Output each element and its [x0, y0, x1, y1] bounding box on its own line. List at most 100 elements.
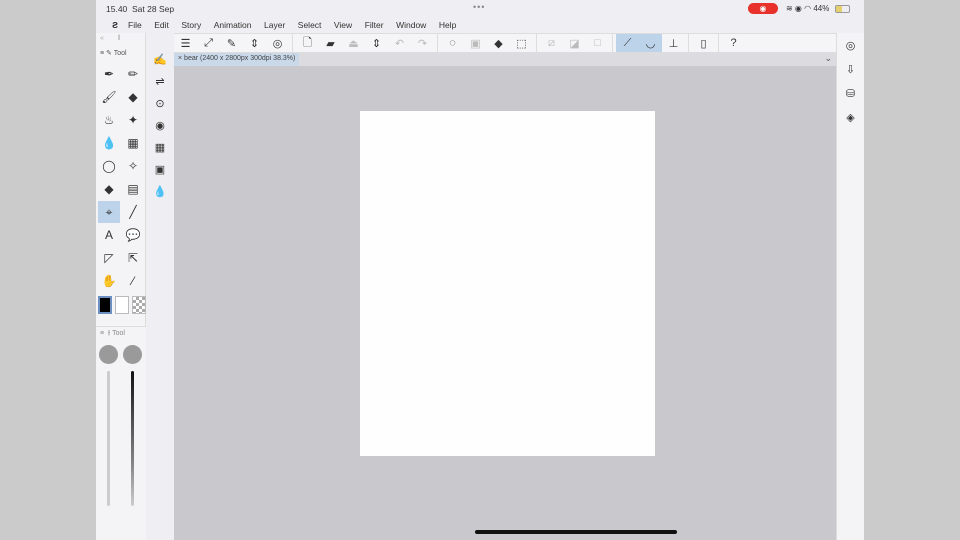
menu-animation[interactable]: Animation [214, 20, 252, 30]
status-icons: ≋ ◉ ◠ 44% [786, 4, 830, 13]
sub-color-swatch[interactable] [115, 296, 129, 314]
import-icon[interactable]: ⇩ [837, 57, 864, 81]
secondary-panel-bar: ✍ ⇌ ⊙ ◉ ▦ ▣ 💧 [148, 48, 172, 208]
navigator-panel-icon[interactable]: ◎ [837, 33, 864, 57]
curve-snap-icon[interactable]: ◡ [639, 34, 662, 52]
canvas-area[interactable] [174, 66, 836, 540]
balloon-tool-icon[interactable]: 💬 [122, 224, 144, 246]
opacity-slider[interactable] [131, 371, 134, 506]
undo-icon[interactable]: ↶ [388, 34, 411, 52]
chevron-down-icon[interactable]: ⌄ [824, 53, 832, 64]
magic-wand-tool-icon[interactable]: ✧ [122, 155, 144, 177]
menu-view[interactable]: View [334, 20, 352, 30]
ipad-screen: 15.40 Sat 28 Sep ••• ◉ ≋ ◉ ◠ 44% ƨ File E… [96, 0, 864, 540]
save-icon[interactable]: ⏏ [342, 34, 365, 52]
menu-select[interactable]: Select [298, 20, 322, 30]
adjust-icon[interactable]: ⇌ [155, 70, 164, 92]
toolbar-separator [612, 34, 613, 52]
pen-tool-icon[interactable]: ✒ [98, 63, 120, 85]
decoration-tool-icon[interactable]: ✦ [122, 109, 144, 131]
menu-window[interactable]: Window [396, 20, 426, 30]
multitask-dots[interactable]: ••• [473, 2, 485, 12]
transform-icon[interactable]: ⬚ [510, 34, 533, 52]
canvas-page[interactable] [360, 111, 655, 456]
record-icon[interactable]: ◎ [266, 34, 289, 52]
animation-icon[interactable]: ⊙ [155, 92, 164, 114]
battery-icon [835, 5, 850, 13]
redo-icon[interactable]: ↷ [411, 34, 434, 52]
color-mix-icon[interactable]: 💧 [153, 180, 167, 202]
menu-edit[interactable]: Edit [154, 20, 169, 30]
menu-file[interactable]: File [128, 20, 142, 30]
new-file-icon[interactable]: 🗋 [296, 34, 319, 52]
border-icon[interactable]: □ [586, 34, 609, 52]
frame-tool-icon[interactable]: ▦ [122, 132, 144, 154]
move-tool-icon[interactable]: ⇱ [122, 247, 144, 269]
brush-size-slider[interactable] [107, 371, 110, 506]
stepper-icon[interactable]: ⇕ [243, 34, 266, 52]
hand-tool-icon[interactable]: ✋ [98, 270, 120, 292]
home-indicator[interactable] [475, 530, 677, 534]
material-icon[interactable]: ▦ [155, 136, 165, 158]
main-color-swatch[interactable] [98, 296, 112, 314]
app-logo-icon[interactable]: ƨ [102, 19, 128, 31]
blend-tool-icon[interactable]: 💧 [98, 132, 120, 154]
stepper2-icon[interactable]: ⇕ [365, 34, 388, 52]
menu-bar: ƨ File Edit Story Animation Layer Select View F… [96, 17, 469, 33]
layer-stack-icon[interactable]: ◈ [837, 105, 864, 129]
navigator-icon[interactable]: ◉ [155, 114, 165, 136]
canvas-tab[interactable]: × bear (2400 x 2800px 300dpi 38.3%) [174, 53, 300, 66]
brush-opacity-preview[interactable] [123, 345, 142, 364]
toolbar-separator [718, 34, 719, 52]
screen-record-indicator[interactable]: ◉ [748, 3, 778, 14]
brush-size-preview[interactable] [99, 345, 118, 364]
toolbar-separator [536, 34, 537, 52]
deselect-icon[interactable]: ◌ [441, 34, 464, 52]
brush-size-panel: ≡ ⫲ Tool [96, 326, 146, 540]
open-folder-icon[interactable]: ▰ [319, 34, 342, 52]
panel-collapse[interactable]: « ‖ [96, 33, 145, 47]
text-tool-icon[interactable]: A [98, 224, 120, 246]
device-icon[interactable]: ▯ [692, 34, 715, 52]
eraser-tool-icon[interactable]: ◆ [122, 86, 144, 108]
command-bar: ☰ ⤢ ✎ ⇕ ◎ 🗋 ▰ ⏏ ⇕ ↶ ↷ ◌ ▣ ◆ ⬚ ⧄ ◪ □ ⟋ ◡ ⊥ ▯? [174, 33, 836, 53]
menu-icon[interactable]: ☰ [174, 34, 197, 52]
toolbar-separator [292, 34, 293, 52]
brush-tool-icon[interactable]: 🖌 [98, 86, 120, 108]
eyedropper-settings-icon[interactable]: ✎ [220, 34, 243, 52]
eyedropper-tool-icon[interactable]: ⁄ [122, 270, 144, 292]
fill-icon[interactable]: ◆ [487, 34, 510, 52]
ruler-snap-icon[interactable]: ⟋ [616, 34, 639, 52]
transparent-color-swatch[interactable] [132, 296, 146, 314]
layers-icon[interactable]: ⛁ [837, 81, 864, 105]
toolbar-separator [437, 34, 438, 52]
right-panel-bar: ◎ ⇩ ⛁ ◈ [836, 33, 864, 540]
tool-panel: « ‖ ≡ ✎ Tool ✒ ✏ 🖌 ◆ ♨ ✦ 💧 ▦ ◯ ✧ ◆ ▤ ⌖ ╱ A 💬 ◸ ⇱ ✋ ⁄ ≡ ⫲ To… [96, 33, 146, 540]
help-icon[interactable]: ? [722, 34, 745, 52]
fit-icon[interactable]: ⤢ [197, 34, 220, 52]
line-tool-icon[interactable]: ╱ [122, 201, 144, 223]
toolbar-separator [688, 34, 689, 52]
status-bar: 15.40 Sat 28 Sep ••• ◉ ≋ ◉ ◠ 44% [96, 0, 864, 16]
airbrush-tool-icon[interactable]: ♨ [98, 109, 120, 131]
ruler-tool-icon[interactable]: ◸ [98, 247, 120, 269]
menu-help[interactable]: Help [439, 20, 456, 30]
status-time: 15.40 Sat 28 Sep [106, 4, 175, 14]
subpanel-header: ≡ ⫲ Tool [100, 330, 125, 337]
menu-story[interactable]: Story [181, 20, 201, 30]
menu-filter[interactable]: Filter [365, 20, 384, 30]
fill-tool-icon[interactable]: ◆ [98, 178, 120, 200]
selection-icon[interactable]: ▣ [464, 34, 487, 52]
frame-icon[interactable]: ▣ [155, 158, 165, 180]
gradient-tool-icon[interactable]: ▤ [122, 178, 144, 200]
layer-property-icon[interactable]: ✍ [153, 48, 167, 70]
pencil-tool-icon[interactable]: ✏ [122, 63, 144, 85]
lasso-tool-icon[interactable]: ◯ [98, 155, 120, 177]
grid-snap-icon[interactable]: ⊥ [662, 34, 685, 52]
canvas-tab-bar: × bear (2400 x 2800px 300dpi 38.3%) ⌄ [174, 53, 836, 66]
clear-icon[interactable]: ⧄ [540, 34, 563, 52]
tool-panel-header: ≡ ✎ Tool [100, 50, 127, 57]
operation-tool-icon[interactable]: ⌖ [98, 201, 120, 223]
menu-layer[interactable]: Layer [264, 20, 285, 30]
tone-icon[interactable]: ◪ [563, 34, 586, 52]
